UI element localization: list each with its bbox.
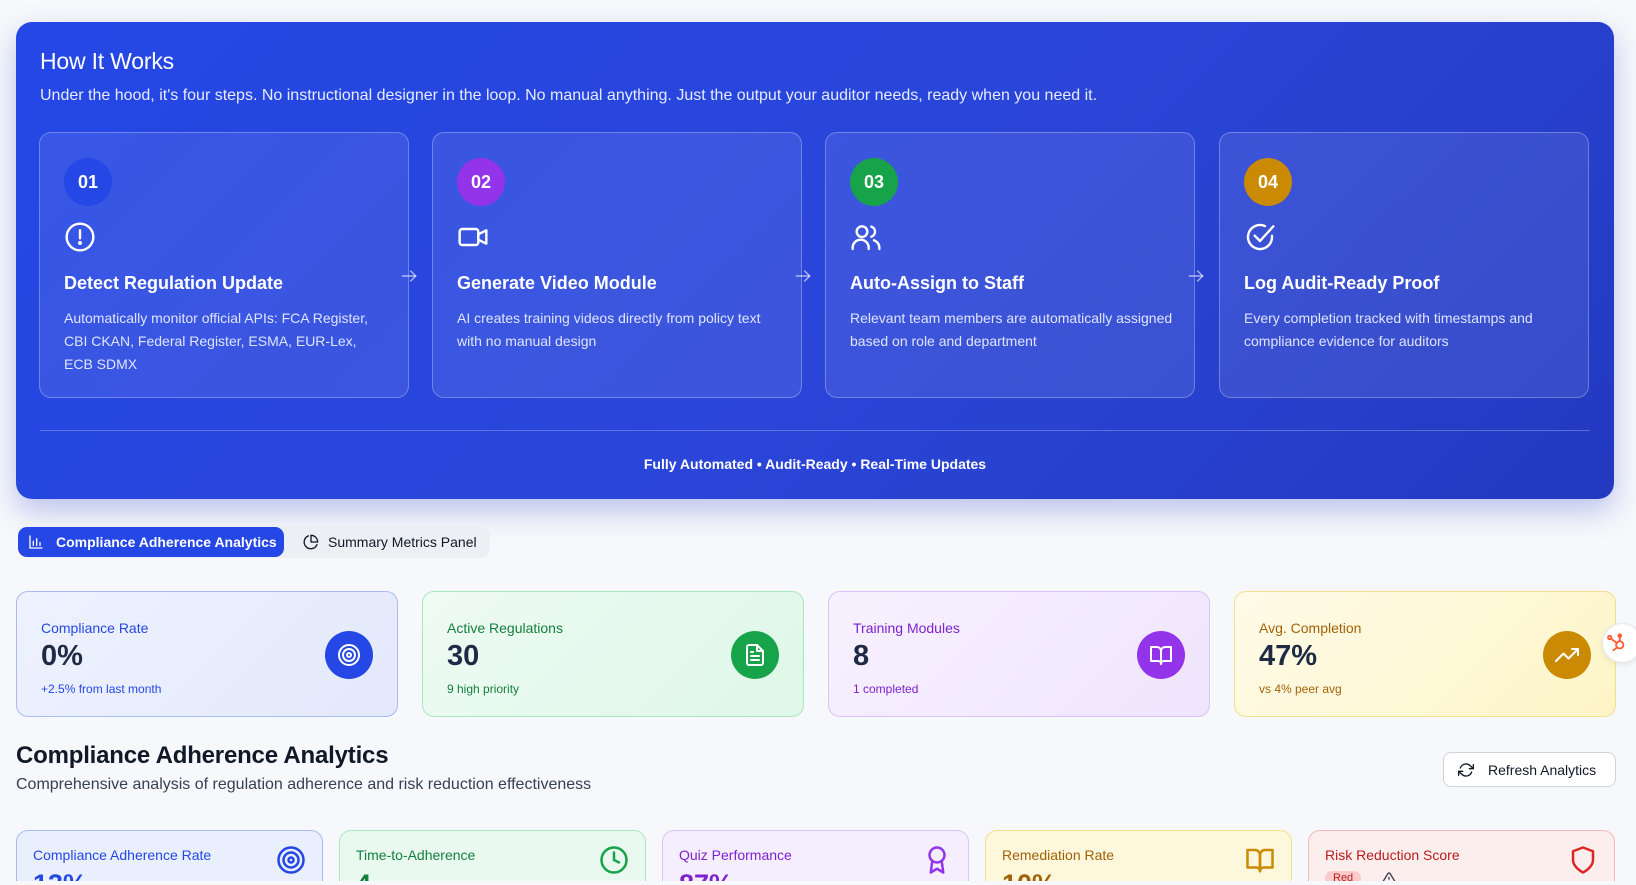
metric-card-active-regulations: Active Regulations 30 9 high priority: [422, 591, 804, 717]
metric-label: Avg. Completion: [1259, 620, 1362, 636]
metric-value: 47%: [1259, 640, 1318, 672]
metric-subtext: 1 completed: [853, 682, 919, 696]
analytics-card-label: Compliance Adherence Rate: [33, 847, 212, 863]
analytics-card-risk-reduction: Risk Reduction Score Red: [1308, 830, 1615, 885]
metric-icon-circle: [325, 631, 373, 679]
refresh-analytics-button[interactable]: Refresh Analytics: [1443, 752, 1616, 787]
metric-label: Compliance Rate: [41, 620, 149, 636]
metric-card-training-modules: Training Modules 8 1 completed: [828, 591, 1210, 717]
metric-subtext: vs 4% peer avg: [1259, 682, 1342, 696]
step-title: Generate Video Module: [457, 273, 657, 293]
metric-label: Active Regulations: [447, 620, 563, 636]
video-icon: [458, 227, 488, 247]
analytics-card-label: Quiz Performance: [679, 847, 792, 863]
chat-widget-button[interactable]: [1602, 623, 1636, 663]
analytics-card-time-to-adherence: Time-to-Adherence 4: [339, 830, 646, 885]
hero-footer-tagline: Fully Automated • Audit-Ready • Real-Tim…: [643, 456, 987, 472]
section-title: Compliance Adherence Analytics: [16, 742, 389, 769]
metric-subtext: 9 high priority: [447, 682, 520, 696]
step-number-badge: 01: [64, 158, 112, 206]
step-number-badge: 04: [1244, 158, 1292, 206]
section-subtitle: Comprehensive analysis of regulation adh…: [16, 776, 592, 793]
metric-icon-circle: [1543, 631, 1591, 679]
metric-card-compliance-rate: Compliance Rate 0% +2.5% from last month: [16, 591, 398, 717]
step-number-badge: 02: [457, 158, 505, 206]
hero-divider: [40, 430, 1590, 431]
metric-value: 0%: [41, 640, 83, 672]
check-circle-icon: [1246, 223, 1275, 251]
step-card-generate: 02 Generate Video Module AI creates trai…: [432, 132, 802, 398]
step-description: AI creates training videos directly from…: [457, 310, 761, 349]
metric-icon-circle: [731, 631, 779, 679]
viewport-bottom-edge: [0, 881, 1636, 885]
view-tabs: Compliance Adherence Analytics Summary M…: [18, 526, 490, 558]
metric-label: Training Modules: [853, 620, 960, 636]
tab-compliance-adherence-analytics[interactable]: Compliance Adherence Analytics: [18, 527, 284, 557]
analytics-card-label: Time-to-Adherence: [356, 847, 476, 863]
metric-value: 8: [853, 640, 870, 672]
shield-icon: [1571, 846, 1595, 874]
hero-subtitle: Under the hood, it's four steps. No inst…: [40, 87, 1098, 104]
target-icon: [338, 644, 360, 666]
step-card-detect: 01 Detect Regulation Update Automaticall…: [39, 132, 409, 398]
alert-circle-icon: [65, 222, 95, 252]
refresh-analytics-label: Refresh Analytics: [1488, 761, 1597, 778]
award-icon: [928, 846, 946, 874]
bar-chart-icon: [29, 535, 43, 549]
step-description: Relevant team members are automatically …: [850, 310, 1173, 349]
hubspot-sprocket-icon: [1607, 633, 1625, 652]
arrow-right-icon: [1188, 270, 1204, 282]
analytics-card-label: Risk Reduction Score: [1325, 847, 1460, 863]
how-it-works-panel: How It Works Under the hood, it's four s…: [16, 22, 1614, 499]
pie-chart-icon: [303, 534, 319, 550]
analytics-card-adherence-rate: Compliance Adherence Rate 13%: [16, 830, 323, 885]
book-open-icon: [1246, 848, 1274, 873]
analytics-card-label: Remediation Rate: [1002, 847, 1115, 863]
metric-card-avg-completion: Avg. Completion 47% vs 4% peer avg: [1234, 591, 1616, 717]
analytics-card-quiz-performance: Quiz Performance 87%: [662, 830, 969, 885]
step-title: Log Audit-Ready Proof: [1244, 273, 1440, 293]
step-description: Every completion tracked with timestamps…: [1244, 310, 1533, 349]
tab-summary-metrics-panel[interactable]: Summary Metrics Panel: [298, 527, 488, 557]
trending-up-icon: [1555, 648, 1579, 662]
metric-value: 30: [447, 640, 480, 672]
step-description: Automatically monitor official APIs: FCA…: [64, 310, 368, 372]
step-card-log: 04 Log Audit-Ready Proof Every completio…: [1219, 132, 1589, 398]
step-card-assign: 03 Auto-Assign to Staff Relevant team me…: [825, 132, 1195, 398]
tab-label: Compliance Adherence Analytics: [56, 534, 277, 550]
target-icon: [277, 846, 305, 874]
step-title: Detect Regulation Update: [64, 273, 284, 293]
hero-title: How It Works: [40, 48, 174, 74]
metric-icon-circle: [1137, 631, 1185, 679]
tab-label: Summary Metrics Panel: [328, 534, 477, 550]
clock-icon: [600, 846, 628, 874]
step-number-badge: 03: [850, 158, 898, 206]
metric-subtext: +2.5% from last month: [41, 682, 162, 696]
arrow-right-icon: [795, 270, 811, 282]
step-title: Auto-Assign to Staff: [850, 273, 1024, 293]
analytics-card-remediation-rate: Remediation Rate 10%: [985, 830, 1292, 885]
arrow-right-icon: [401, 270, 417, 282]
document-icon: [746, 644, 764, 666]
users-icon: [851, 225, 881, 251]
refresh-icon: [1458, 763, 1474, 777]
book-open-icon: [1150, 646, 1172, 665]
